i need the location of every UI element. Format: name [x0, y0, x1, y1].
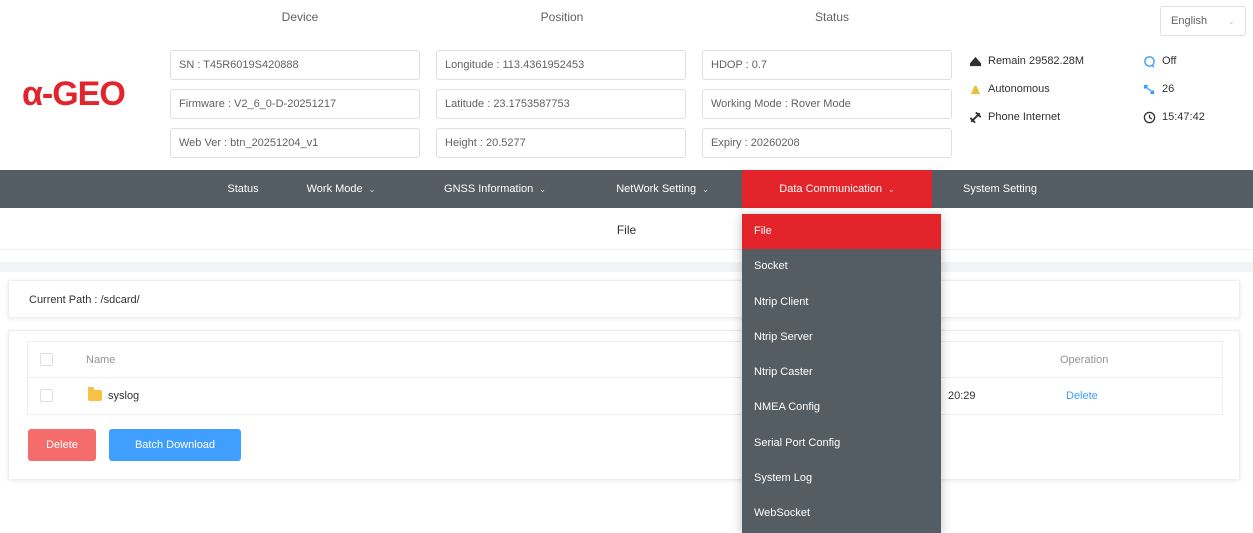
- latitude-field: Latitude : 23.1753587753: [436, 89, 686, 119]
- nav-work-mode[interactable]: Work Mode ⌄: [286, 170, 396, 208]
- current-path: Current Path : /sdcard/: [29, 294, 140, 306]
- satellite-count: 26: [1162, 83, 1175, 95]
- file-name[interactable]: syslog: [108, 378, 139, 414]
- divider: [0, 262, 1253, 272]
- folder-icon: [88, 387, 102, 401]
- storage-icon: [968, 54, 982, 68]
- language-value: English: [1171, 15, 1208, 27]
- menu-item-nmea-config[interactable]: NMEA Config: [742, 390, 941, 425]
- chevron-down-icon: ⌄: [539, 185, 546, 194]
- language-select[interactable]: English ⌄: [1160, 6, 1246, 36]
- working-mode-field: Working Mode : Rover Mode: [702, 89, 952, 119]
- table-row[interactable]: syslog 20:29 Delete: [28, 378, 1222, 414]
- current-path-card: Current Path : /sdcard/: [8, 280, 1240, 318]
- chevron-down-icon: ⌄: [1227, 16, 1235, 26]
- row-delete-link[interactable]: Delete: [1066, 378, 1098, 414]
- menu-item-file[interactable]: File: [742, 214, 941, 250]
- page-title: File: [0, 210, 1253, 250]
- menu-item-system-log[interactable]: System Log: [742, 461, 941, 496]
- table-header-row: Name Operation: [28, 342, 1222, 378]
- signal-status: Off: [1162, 55, 1177, 67]
- menu-item-serial-port-config[interactable]: Serial Port Config: [742, 426, 941, 461]
- time-indicator: 15:47:42: [1142, 110, 1205, 124]
- solution-status: Autonomous: [988, 83, 1050, 95]
- menu-item-ntrip-server[interactable]: Ntrip Server: [742, 320, 941, 355]
- column-header-operation: Operation: [1060, 354, 1109, 366]
- solution-indicator: Autonomous: [968, 82, 1050, 96]
- link-icon: [968, 110, 982, 124]
- satellite-icon: [1142, 82, 1156, 96]
- status-column-heading: Status: [814, 10, 850, 24]
- sn-field: SN : T45R6019S420888: [170, 50, 420, 80]
- file-time: 20:29: [948, 390, 976, 402]
- nav-data-communication[interactable]: Data Communication ⌄: [742, 170, 932, 208]
- nav-network-setting[interactable]: NetWork Setting ⌄: [590, 170, 735, 208]
- file-table: Name Operation syslog 20:29 Delete: [27, 341, 1223, 415]
- height-field: Height : 20.5277: [436, 128, 686, 158]
- data-communication-dropdown: File Socket Ntrip Client Ntrip Server Nt…: [742, 214, 941, 533]
- signal-icon: [1142, 54, 1156, 68]
- column-header-name: Name: [86, 354, 116, 366]
- row-checkbox[interactable]: [40, 389, 53, 402]
- chevron-down-icon: ⌄: [368, 185, 376, 194]
- current-time: 15:47:42: [1162, 111, 1205, 123]
- batch-download-button[interactable]: Batch Download: [109, 429, 241, 461]
- position-column-heading: Position: [540, 10, 584, 24]
- main-nav: Status Work Mode ⌄ GNSS Information ⌄ NetW…: [0, 170, 1253, 208]
- clock-icon: [1142, 110, 1156, 124]
- nav-status[interactable]: Status: [213, 170, 273, 208]
- menu-item-ntrip-client[interactable]: Ntrip Client: [742, 285, 941, 320]
- storage-remaining: Remain 29582.28M: [988, 55, 1085, 67]
- satellite-count-indicator: 26: [1142, 82, 1174, 96]
- logo: α-GEO: [22, 75, 126, 113]
- chevron-down-icon: ⌄: [888, 185, 895, 194]
- firmware-field: Firmware : V2_6_0-D-20251217: [170, 89, 420, 119]
- delete-button[interactable]: Delete: [28, 429, 96, 461]
- web-version-field: Web Ver : btn_20251204_v1: [170, 128, 420, 158]
- hdop-field: HDOP : 0.7: [702, 50, 952, 80]
- menu-item-socket[interactable]: Socket: [742, 249, 941, 284]
- menu-item-ntrip-caster[interactable]: Ntrip Caster: [742, 355, 941, 390]
- storage-indicator: Remain 29582.28M: [968, 54, 1084, 68]
- nav-gnss-information[interactable]: GNSS Information ⌄: [420, 170, 570, 208]
- signal-indicator: Off: [1142, 54, 1176, 68]
- network-indicator: Phone Internet: [968, 110, 1060, 124]
- header: α-GEO Device Position Status SN : T45R60…: [0, 0, 1253, 170]
- network-status: Phone Internet: [988, 111, 1061, 123]
- device-column-heading: Device: [281, 10, 319, 24]
- select-all-checkbox[interactable]: [40, 353, 53, 366]
- chevron-down-icon: ⌄: [702, 185, 709, 194]
- longitude-field: Longitude : 113.4361952453: [436, 50, 686, 80]
- nav-system-setting[interactable]: System Setting: [940, 170, 1060, 208]
- expiry-field: Expiry : 20260208: [702, 128, 952, 158]
- menu-item-websocket[interactable]: WebSocket: [742, 496, 941, 531]
- satellite-dish-icon: [968, 82, 982, 96]
